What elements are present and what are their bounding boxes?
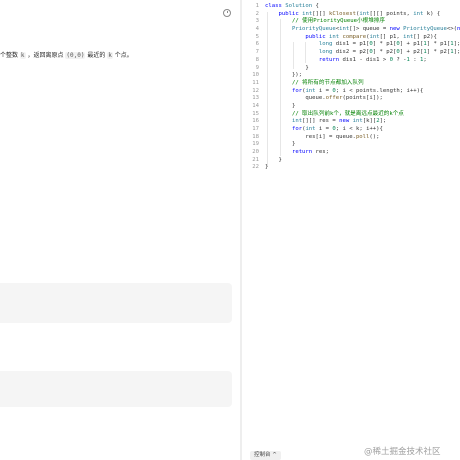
line-number: 15 [252, 110, 259, 117]
line-number: 14 [252, 102, 259, 109]
code-text: } [265, 141, 296, 148]
code-text: // 使用PriorityQueue小根堆排序 [291, 18, 385, 25]
code-text: } [265, 164, 269, 171]
code-text: PriorityQueue<int[]> queue = new Priorit… [291, 26, 460, 33]
line-number: 21 [252, 156, 259, 163]
line-number: 18 [252, 133, 259, 140]
code-text: long dis2 = p2[0] * p2[0] + p2[1] * p2[1… [318, 49, 460, 56]
watermark: @稀土掘金技术社区 [364, 447, 441, 457]
line-number: 5 [255, 33, 259, 40]
line-number: 7 [255, 49, 259, 56]
code-text: }); [265, 72, 303, 79]
example-card [0, 371, 232, 407]
line-number: 1 [255, 3, 259, 9]
code-text: res[i] = queue.poll(); [265, 133, 380, 140]
line-number: 2 [255, 10, 259, 17]
code-text: // 将所有的节点都加入队列 [291, 79, 364, 86]
code-editor[interactable]: 1 class Solution {2 public int[][] kClose… [242, 0, 460, 460]
code-text: public int compare(int[] p1, int[] p2){ [305, 33, 437, 40]
code-text: long dis1 = p1[0] * p1[0] + p1[1] * p1[1… [318, 41, 460, 48]
clock-icon[interactable] [223, 9, 231, 17]
line-number: 16 [252, 118, 259, 125]
line-number: 20 [252, 149, 259, 156]
console-toggle-button[interactable]: 控制台 ^ [250, 451, 281, 460]
line-number: 3 [255, 18, 259, 25]
code-text: queue.offer(points[i]); [265, 95, 383, 102]
line-number: 13 [252, 95, 259, 102]
code-text: } [265, 156, 282, 163]
code-text: return res; [291, 149, 330, 156]
example-card [0, 283, 232, 323]
line-number: 12 [252, 87, 259, 94]
code-text: } [265, 102, 296, 109]
line-number: 9 [255, 64, 259, 71]
line-number: 4 [255, 26, 259, 33]
line-number: 11 [252, 79, 259, 86]
line-number: 19 [252, 141, 259, 148]
problem-description: 个整数 k ，返回离原点 (0,0) 最近的 k 个点。 [0, 52, 133, 59]
line-number: 22 [252, 164, 259, 171]
code-text: } [265, 64, 309, 71]
line-number: 6 [255, 41, 259, 48]
code-text: for(int i = 0; i < points.length; i++){ [291, 87, 424, 94]
code-text: for(int i = 0; i < k; i++){ [291, 126, 383, 132]
code-text: return dis1 - dis1 > 0 ? -1 : 1; [318, 56, 427, 63]
line-number: 10 [252, 72, 259, 79]
code-text: int[][] res = new int[k][2]; [291, 118, 387, 125]
line-number: 17 [252, 126, 259, 132]
problem-panel: 个整数 k ，返回离原点 (0,0) 最近的 k 个点。 [0, 0, 240, 460]
code-text: class Solution { [265, 3, 319, 9]
code-text: // 取出队列前k个，就是离远点最近的k个点 [291, 110, 404, 117]
line-number: 8 [255, 56, 259, 63]
